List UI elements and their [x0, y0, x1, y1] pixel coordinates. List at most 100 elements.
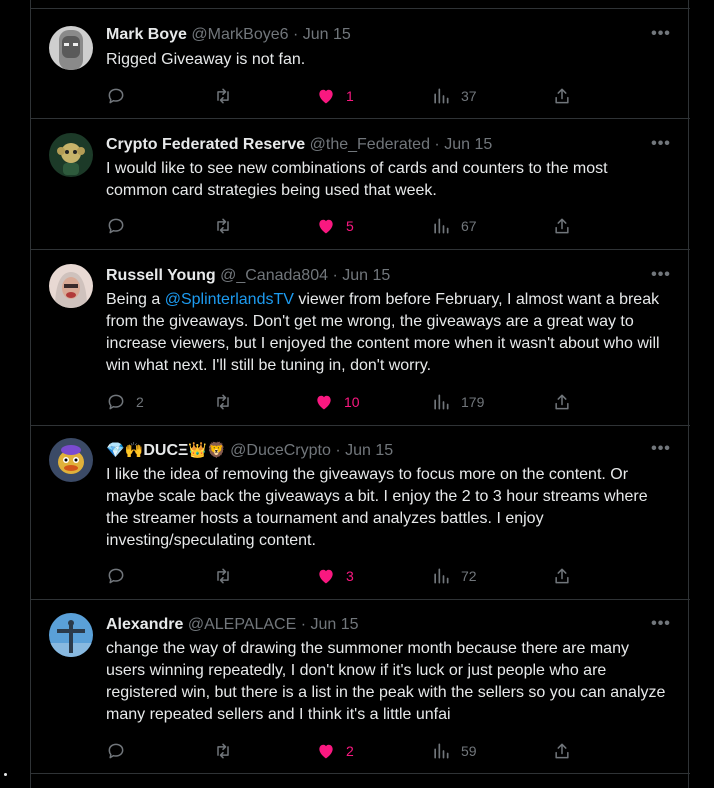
reply-icon: [108, 218, 124, 234]
reply-button[interactable]: [106, 740, 136, 762]
display-name[interactable]: Alexandre: [106, 616, 183, 633]
tweet[interactable]: Alexandre @ALEPALACE · Jun 15 ••• change…: [31, 599, 690, 773]
retweet-icon: [217, 88, 229, 104]
tweet[interactable]: Crypto Federated Reserve @the_Federated …: [31, 118, 690, 249]
display-name[interactable]: Crypto Federated Reserve: [106, 136, 305, 153]
views-bar-chart-icon: [434, 394, 449, 410]
tweet-header: 💎🙌DUCΞ👑🦁 @DuceCrypto · Jun 15: [106, 439, 650, 461]
share-icon: [555, 218, 569, 234]
like-button[interactable]: 5: [316, 215, 354, 237]
avatar[interactable]: [49, 26, 93, 70]
tweet-actions: 5 67: [106, 215, 576, 237]
user-handle[interactable]: @DuceCrypto: [230, 442, 331, 459]
more-icon[interactable]: •••: [650, 26, 672, 47]
tweet-date[interactable]: Jun 15: [345, 442, 393, 459]
views-bar-chart-icon: [434, 88, 449, 104]
timeline-column: Mark Boye @MarkBoye6 · Jun 15 ••• Rigged…: [30, 0, 690, 788]
reply-button[interactable]: [106, 85, 136, 107]
tweet-actions: 2 10 179: [106, 391, 576, 413]
retweet-button[interactable]: [212, 391, 234, 413]
avatar[interactable]: [49, 613, 93, 657]
avatar[interactable]: [49, 264, 93, 308]
reply-icon: [108, 394, 124, 410]
retweet-icon: [217, 394, 229, 410]
views-button[interactable]: 72: [431, 565, 477, 587]
share-button[interactable]: [552, 740, 572, 762]
more-icon[interactable]: •••: [650, 136, 672, 157]
tweet-text: I like the idea of removing the giveaway…: [106, 464, 666, 552]
display-name[interactable]: DUCΞ: [143, 442, 188, 459]
share-button[interactable]: [552, 85, 572, 107]
retweet-button[interactable]: [212, 565, 234, 587]
user-handle[interactable]: @the_Federated: [310, 136, 430, 153]
name-emoji-prefix: 💎🙌: [106, 441, 144, 459]
retweet-button[interactable]: [212, 85, 234, 107]
views-bar-chart-icon: [434, 743, 449, 759]
tweet-text: Being a @SplinterlandsTV viewer from bef…: [106, 289, 666, 377]
share-button[interactable]: [552, 215, 572, 237]
heart-filled-icon: [317, 395, 331, 410]
separator-dot: ·: [293, 26, 299, 43]
user-handle[interactable]: @_Canada804: [220, 267, 328, 284]
heart-filled-icon: [319, 89, 333, 104]
tweet-header: Mark Boye @MarkBoye6 · Jun 15: [106, 24, 650, 46]
more-icon[interactable]: •••: [650, 616, 672, 637]
share-icon: [555, 88, 569, 104]
tweet-text-part: Rigged Giveaway is not fan.: [106, 51, 306, 68]
avatar[interactable]: [49, 133, 93, 177]
views-button[interactable]: 67: [431, 215, 477, 237]
tweet-text-part: I would like to see new combinations of …: [106, 160, 608, 199]
tweet-text-part: I like the idea of removing the giveaway…: [106, 466, 648, 549]
like-count: 3: [346, 568, 354, 584]
mention-link[interactable]: @SplinterlandsTV: [165, 291, 294, 308]
more-icon[interactable]: •••: [650, 267, 672, 288]
reply-icon: [108, 743, 124, 759]
like-button[interactable]: 1: [316, 85, 354, 107]
like-button[interactable]: 2: [316, 740, 354, 762]
reply-button[interactable]: 2: [106, 391, 144, 413]
tweet[interactable]: 💎🙌DUCΞ👑🦁 @DuceCrypto · Jun 15 ••• I like…: [31, 425, 690, 599]
user-handle[interactable]: @MarkBoye6: [191, 26, 288, 43]
avatar[interactable]: [49, 438, 93, 482]
tweet[interactable]: Mark Boye @MarkBoye6 · Jun 15 ••• Rigged…: [31, 8, 690, 118]
tweet-date[interactable]: Jun 15: [303, 26, 351, 43]
tweet-date[interactable]: Jun 15: [342, 267, 390, 284]
tweet-actions: 3 72: [106, 565, 576, 587]
display-name[interactable]: Russell Young: [106, 267, 216, 284]
share-icon: [555, 568, 569, 584]
like-count: 2: [346, 743, 354, 759]
views-count: 59: [461, 743, 477, 759]
views-button[interactable]: 179: [431, 391, 484, 413]
separator-dot: ·: [434, 136, 440, 153]
tweet-actions: 2 59: [106, 740, 576, 762]
tweet-header: Alexandre @ALEPALACE · Jun 15: [106, 614, 650, 636]
views-button[interactable]: 59: [431, 740, 477, 762]
like-count: 1: [346, 88, 354, 104]
name-emoji-suffix: 👑🦁: [188, 441, 226, 459]
share-button[interactable]: [552, 565, 572, 587]
reply-count: 2: [136, 394, 144, 410]
tweet[interactable]: Russell Young @_Canada804 · Jun 15 ••• B…: [31, 249, 690, 425]
tweet-date[interactable]: Jun 15: [311, 616, 359, 633]
tweet-date[interactable]: Jun 15: [444, 136, 492, 153]
share-button[interactable]: [552, 391, 572, 413]
tweet-header: Russell Young @_Canada804 · Jun 15: [106, 265, 650, 287]
tweet-header: Crypto Federated Reserve @the_Federated …: [106, 134, 650, 156]
retweet-button[interactable]: [212, 215, 234, 237]
like-button[interactable]: 3: [316, 565, 354, 587]
like-button[interactable]: 10: [314, 391, 360, 413]
display-name[interactable]: Mark Boye: [106, 26, 187, 43]
views-count: 179: [461, 394, 485, 410]
views-count: 72: [461, 568, 477, 584]
more-icon[interactable]: •••: [650, 441, 672, 462]
heart-filled-icon: [319, 569, 333, 584]
reply-button[interactable]: [106, 215, 136, 237]
views-count: 67: [461, 218, 477, 234]
tweet-text: I would like to see new combinations of …: [106, 158, 666, 202]
retweet-icon: [217, 568, 229, 584]
user-handle[interactable]: @ALEPALACE: [188, 616, 296, 633]
views-button[interactable]: 37: [431, 85, 477, 107]
retweet-icon: [217, 218, 229, 234]
reply-button[interactable]: [106, 565, 136, 587]
retweet-button[interactable]: [212, 740, 234, 762]
